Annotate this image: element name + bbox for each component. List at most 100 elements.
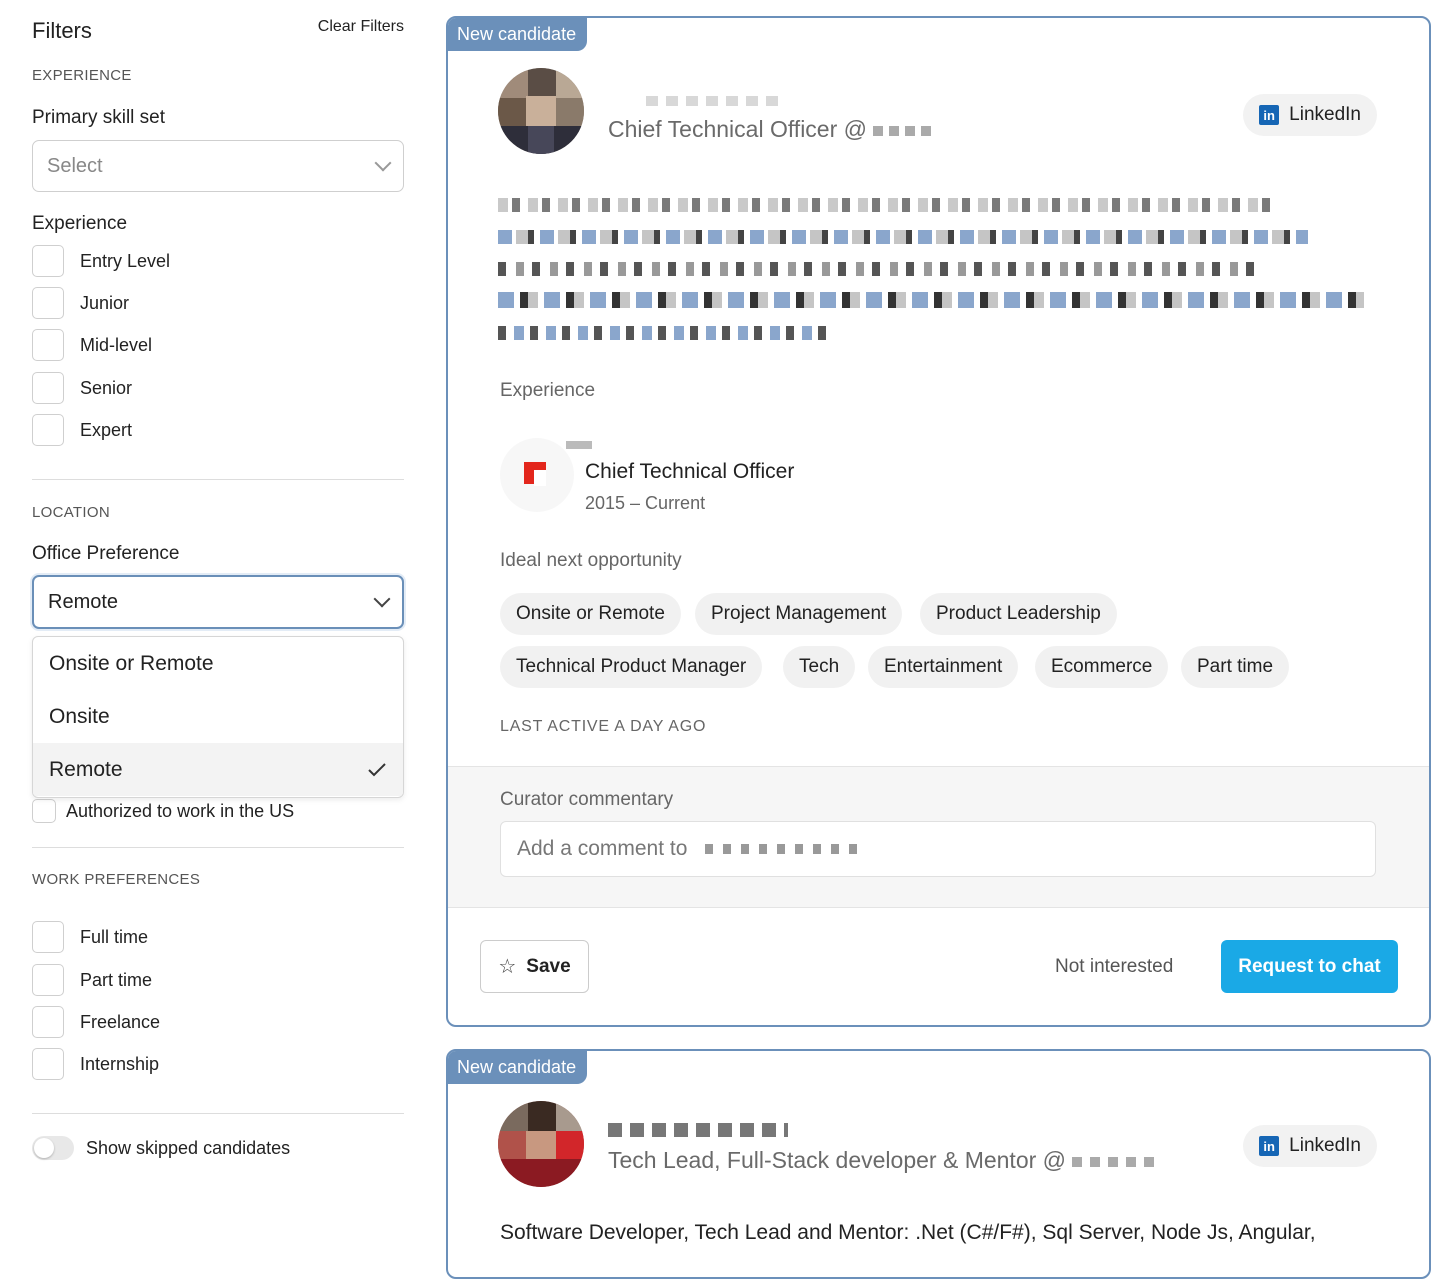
bio-redacted-line [498, 262, 1258, 276]
checkbox[interactable] [32, 799, 56, 823]
experience-option-mid[interactable]: Mid-level [32, 329, 152, 361]
candidate-name-redacted [646, 96, 786, 106]
option-label: Senior [80, 377, 133, 398]
chevron-down-icon [373, 590, 391, 608]
location-section-label: LOCATION [32, 504, 110, 521]
option-label: Authorized to work in the US [66, 800, 295, 821]
experience-option-entry[interactable]: Entry Level [32, 245, 170, 277]
request-to-chat-button[interactable]: Request to chat [1221, 940, 1398, 993]
company-redacted [1072, 1156, 1163, 1167]
checkbox[interactable] [32, 1006, 64, 1038]
checkbox[interactable] [32, 921, 64, 953]
star-icon: ☆ [498, 956, 517, 978]
checkbox[interactable] [32, 1048, 64, 1080]
office-pref-label: Office Preference [32, 543, 180, 564]
option-label: Onsite or Remote [49, 651, 214, 675]
option-label: Remote [49, 757, 123, 781]
checkbox[interactable] [32, 245, 64, 277]
option-label: Entry Level [80, 250, 171, 271]
linkedin-label: LinkedIn [1289, 104, 1361, 125]
dropdown-option-onsite-or-remote[interactable]: Onsite or Remote [33, 637, 403, 690]
work-pref-full-time[interactable]: Full time [32, 921, 148, 953]
checkbox[interactable] [32, 372, 64, 404]
experience-heading: Experience [500, 380, 596, 401]
office-pref-value: Remote [48, 590, 119, 613]
save-label: Save [526, 955, 571, 977]
divider [32, 847, 404, 848]
curator-commentary-section: Curator commentary Add a comment to [448, 766, 1429, 908]
dropdown-option-remote[interactable]: Remote [33, 743, 403, 796]
bio-redacted-line [498, 198, 1278, 212]
show-skipped-toggle[interactable] [32, 1136, 74, 1160]
option-label: Internship [80, 1053, 160, 1074]
headline-text: Tech Lead, Full-Stack developer & Mentor… [608, 1147, 1067, 1173]
checkbox[interactable] [32, 287, 64, 319]
divider [32, 1113, 404, 1114]
office-pref-select[interactable]: Remote [32, 575, 404, 629]
office-pref-dropdown: Onsite or Remote Onsite Remote [32, 636, 404, 798]
bio-redacted-line [498, 326, 834, 340]
opportunity-tag: Onsite or Remote [500, 593, 681, 635]
opportunity-tag: Entertainment [868, 646, 1019, 688]
not-interested-button[interactable]: Not interested [1055, 956, 1173, 978]
linkedin-icon: in [1259, 1136, 1280, 1156]
authorized-us-option[interactable]: Authorized to work in the US [32, 799, 294, 823]
filters-title: Filters [32, 18, 92, 43]
linkedin-button[interactable]: in LinkedIn [1243, 1125, 1377, 1167]
clear-filters-link[interactable]: Clear Filters [318, 18, 404, 36]
linkedin-label: LinkedIn [1289, 1135, 1361, 1156]
last-active-label: LAST ACTIVE A DAY AGO [500, 718, 707, 735]
primary-skill-label: Primary skill set [32, 107, 166, 128]
opportunity-tag: Part time [1181, 646, 1290, 688]
candidate-card: New candidate Chief Technical Officer @ … [446, 16, 1431, 1027]
show-skipped-toggle-row[interactable]: Show skipped candidates [32, 1136, 290, 1160]
job-title: Chief Technical Officer [585, 460, 795, 483]
work-pref-internship[interactable]: Internship [32, 1048, 159, 1080]
opportunity-tag: Ecommerce [1035, 646, 1169, 688]
company-logo [500, 438, 592, 512]
linkedin-button[interactable]: in LinkedIn [1243, 94, 1377, 136]
candidate-headline: Tech Lead, Full-Stack developer & Mentor… [608, 1147, 1163, 1174]
opportunity-tag: Technical Product Manager [500, 646, 763, 688]
avatar [498, 1101, 584, 1187]
option-label: Onsite [49, 704, 110, 728]
option-label: Expert [80, 419, 133, 440]
work-pref-part-time[interactable]: Part time [32, 964, 152, 996]
checkbox[interactable] [32, 964, 64, 996]
option-label: Part time [80, 969, 153, 990]
experience-option-expert[interactable]: Expert [32, 414, 132, 446]
ideal-opportunity-heading: Ideal next opportunity [500, 550, 682, 571]
option-label: Junior [80, 292, 130, 313]
checkbox[interactable] [32, 329, 64, 361]
job-dates: 2015 – Current [585, 493, 706, 513]
comment-placeholder: Add a comment to [517, 837, 688, 860]
opportunity-tag: Tech [783, 646, 856, 688]
headline-text: Chief Technical Officer @ [608, 116, 867, 142]
chevron-down-icon [374, 154, 392, 172]
dropdown-option-onsite[interactable]: Onsite [33, 690, 403, 743]
save-button[interactable]: ☆ Save [480, 940, 589, 993]
linkedin-icon: in [1259, 105, 1280, 125]
candidate-card: New candidate Tech Lead, Full-Stack deve… [446, 1049, 1431, 1279]
primary-skill-select[interactable]: Select [32, 140, 404, 192]
candidate-headline: Chief Technical Officer @ [608, 116, 934, 143]
avatar [498, 68, 584, 154]
divider [32, 479, 404, 480]
experience-option-senior[interactable]: Senior [32, 372, 132, 404]
experience-section-label: EXPERIENCE [32, 67, 132, 84]
experience-label: Experience [32, 213, 128, 234]
opportunity-tag: Project Management [695, 593, 903, 635]
comment-input[interactable]: Add a comment to [500, 821, 1376, 877]
opportunity-tag: Product Leadership [920, 593, 1117, 635]
toggle-label: Show skipped candidates [86, 1137, 291, 1158]
candidate-summary: Software Developer, Tech Lead and Mentor… [500, 1221, 1316, 1244]
work-pref-section-label: WORK PREFERENCES [32, 871, 201, 888]
experience-option-junior[interactable]: Junior [32, 287, 129, 319]
new-candidate-badge: New candidate [448, 1051, 588, 1084]
new-candidate-badge: New candidate [448, 18, 588, 51]
candidate-name-redacted [705, 844, 866, 854]
bio-redacted-line [498, 230, 1308, 244]
checkbox[interactable] [32, 414, 64, 446]
work-pref-freelance[interactable]: Freelance [32, 1006, 160, 1038]
bio-redacted-line [498, 292, 1364, 308]
